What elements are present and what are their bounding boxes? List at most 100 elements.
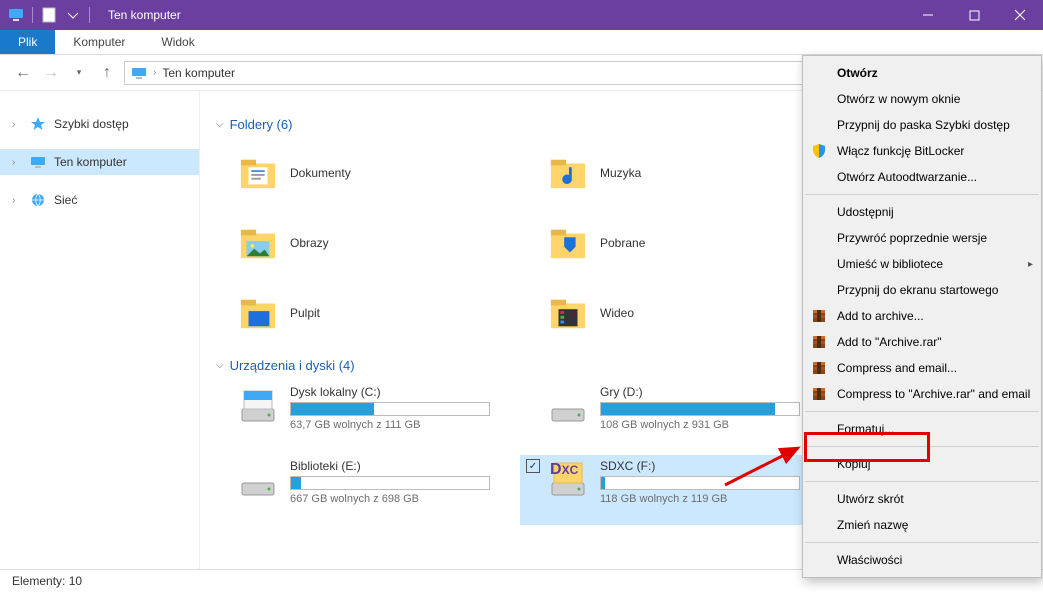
forward-button[interactable]: →: [40, 62, 62, 84]
drive-usage-bar: [600, 402, 800, 416]
drive-item[interactable]: Dysk lokalny (C:) 63,7 GB wolnych z 111 …: [210, 381, 520, 451]
folder-icon: [236, 154, 280, 192]
star-icon: [30, 116, 46, 132]
drive-usage-bar: [290, 402, 490, 416]
sidebar-item-network[interactable]: › Sieć: [0, 187, 199, 213]
context-menu-item[interactable]: Przypnij do ekranu startowego: [803, 277, 1041, 303]
context-menu-item[interactable]: Umieść w bibliotece ▸: [803, 251, 1041, 277]
menu-item-label: Add to archive...: [837, 309, 924, 323]
drive-free-text: 108 GB wolnych z 931 GB: [600, 419, 822, 431]
folder-label: Wideo: [600, 306, 634, 320]
sidebar: › Szybki dostęp › Ten komputer › Sieć: [0, 91, 200, 569]
folder-label: Obrazy: [290, 236, 329, 250]
chevron-right-icon: ›: [12, 157, 22, 168]
close-button[interactable]: [997, 0, 1043, 30]
folder-icon: [546, 154, 590, 192]
menu-item-label: Utwórz skrót: [837, 492, 904, 506]
recent-dropdown[interactable]: ▾: [68, 62, 90, 84]
up-button[interactable]: ↑: [96, 62, 118, 84]
context-menu-item[interactable]: Zmień nazwę: [803, 512, 1041, 538]
folder-item[interactable]: Pobrane: [520, 210, 830, 276]
sdxc-label: DXC: [550, 461, 578, 479]
folder-icon: [546, 224, 590, 262]
menu-item-label: Umieść w bibliotece: [837, 257, 943, 271]
minimize-button[interactable]: [905, 0, 951, 30]
sidebar-item-label: Szybki dostęp: [54, 117, 129, 131]
drive-free-text: 118 GB wolnych z 119 GB: [600, 493, 822, 505]
annotation-arrow: [720, 440, 810, 490]
folder-label: Dokumenty: [290, 166, 351, 180]
chevron-down-icon: ⌵: [216, 360, 224, 371]
context-menu-item[interactable]: Otwórz w nowym oknie: [803, 86, 1041, 112]
shield-icon: [811, 143, 827, 159]
context-menu-item[interactable]: Add to "Archive.rar": [803, 329, 1041, 355]
drive-name: Biblioteki (E:): [290, 459, 512, 473]
archive-icon: [811, 308, 827, 324]
drive-icon: [236, 459, 280, 503]
context-menu-item[interactable]: Otwórz Autoodtwarzanie...: [803, 164, 1041, 190]
computer-icon: [30, 154, 46, 170]
drive-free-text: 667 GB wolnych z 698 GB: [290, 493, 512, 505]
ribbon: Plik Komputer Widok: [0, 30, 1043, 55]
folder-icon: [236, 294, 280, 332]
folder-item[interactable]: Muzyka: [520, 140, 830, 206]
tab-plik[interactable]: Plik: [0, 30, 55, 54]
menu-item-label: Zmień nazwę: [837, 518, 908, 532]
computer-icon: [131, 65, 147, 81]
context-menu-item[interactable]: Utwórz skrót: [803, 486, 1041, 512]
drive-usage-bar: [290, 476, 490, 490]
menu-item-label: Compress to "Archive.rar" and email: [837, 387, 1030, 401]
context-menu-item[interactable]: Add to archive...: [803, 303, 1041, 329]
sidebar-item-label: Sieć: [54, 193, 77, 207]
back-button[interactable]: ←: [12, 62, 34, 84]
annotation-highlight: [804, 432, 930, 462]
folder-item[interactable]: Pulpit: [210, 280, 520, 346]
drive-free-text: 63,7 GB wolnych z 111 GB: [290, 419, 512, 431]
context-menu-item[interactable]: Compress to "Archive.rar" and email: [803, 381, 1041, 407]
drive-name: Gry (D:): [600, 385, 822, 399]
context-menu-item[interactable]: Otwórz: [803, 60, 1041, 86]
folder-icon: [546, 294, 590, 332]
context-menu-item[interactable]: Włącz funkcję BitLocker: [803, 138, 1041, 164]
menu-item-label: Otwórz: [837, 66, 878, 80]
chevron-right-icon: ›: [12, 195, 22, 206]
folder-label: Pulpit: [290, 306, 320, 320]
sidebar-item-this-pc[interactable]: › Ten komputer: [0, 149, 199, 175]
sidebar-item-label: Ten komputer: [54, 155, 127, 169]
context-menu: Otwórz Otwórz w nowym oknie Przypnij do pa…: [802, 55, 1042, 578]
chevron-down-icon: ⌵: [216, 119, 224, 130]
dropdown-icon[interactable]: [65, 7, 81, 23]
context-menu-item[interactable]: Przywróć poprzednie wersje: [803, 225, 1041, 251]
folder-item[interactable]: Dokumenty: [210, 140, 520, 206]
menu-item-label: Udostępnij: [837, 205, 894, 219]
chevron-right-icon: ›: [12, 119, 22, 130]
menu-item-label: Add to "Archive.rar": [837, 335, 942, 349]
drive-item[interactable]: Biblioteki (E:) 667 GB wolnych z 698 GB: [210, 455, 520, 525]
menu-item-label: Przypnij do paska Szybki dostęp: [837, 118, 1010, 132]
menu-item-label: Przypnij do ekranu startowego: [837, 283, 998, 297]
drive-icon: [236, 385, 280, 429]
archive-icon: [811, 360, 827, 376]
menu-item-label: Przywróć poprzednie wersje: [837, 231, 987, 245]
maximize-button[interactable]: [951, 0, 997, 30]
status-text: Elementy: 10: [12, 574, 82, 588]
checkbox-icon[interactable]: ✓: [526, 459, 540, 473]
context-menu-item[interactable]: Compress and email...: [803, 355, 1041, 381]
titlebar: Ten komputer: [0, 0, 1043, 30]
context-menu-item[interactable]: Udostępnij: [803, 199, 1041, 225]
context-menu-item[interactable]: Właściwości: [803, 547, 1041, 573]
folder-item[interactable]: Wideo: [520, 280, 830, 346]
computer-icon: [8, 7, 24, 23]
tab-widok[interactable]: Widok: [143, 30, 212, 54]
sidebar-item-quick-access[interactable]: › Szybki dostęp: [0, 111, 199, 137]
network-icon: [30, 192, 46, 208]
submenu-arrow-icon: ▸: [1028, 259, 1033, 270]
drive-icon: [546, 385, 590, 429]
folder-item[interactable]: Obrazy: [210, 210, 520, 276]
menu-item-label: Otwórz w nowym oknie: [837, 92, 960, 106]
address-text: Ten komputer: [162, 66, 235, 80]
context-menu-item[interactable]: Przypnij do paska Szybki dostęp: [803, 112, 1041, 138]
tab-komputer[interactable]: Komputer: [55, 30, 143, 54]
page-icon: [41, 7, 57, 23]
drive-icon: ✓DXC: [546, 459, 590, 503]
